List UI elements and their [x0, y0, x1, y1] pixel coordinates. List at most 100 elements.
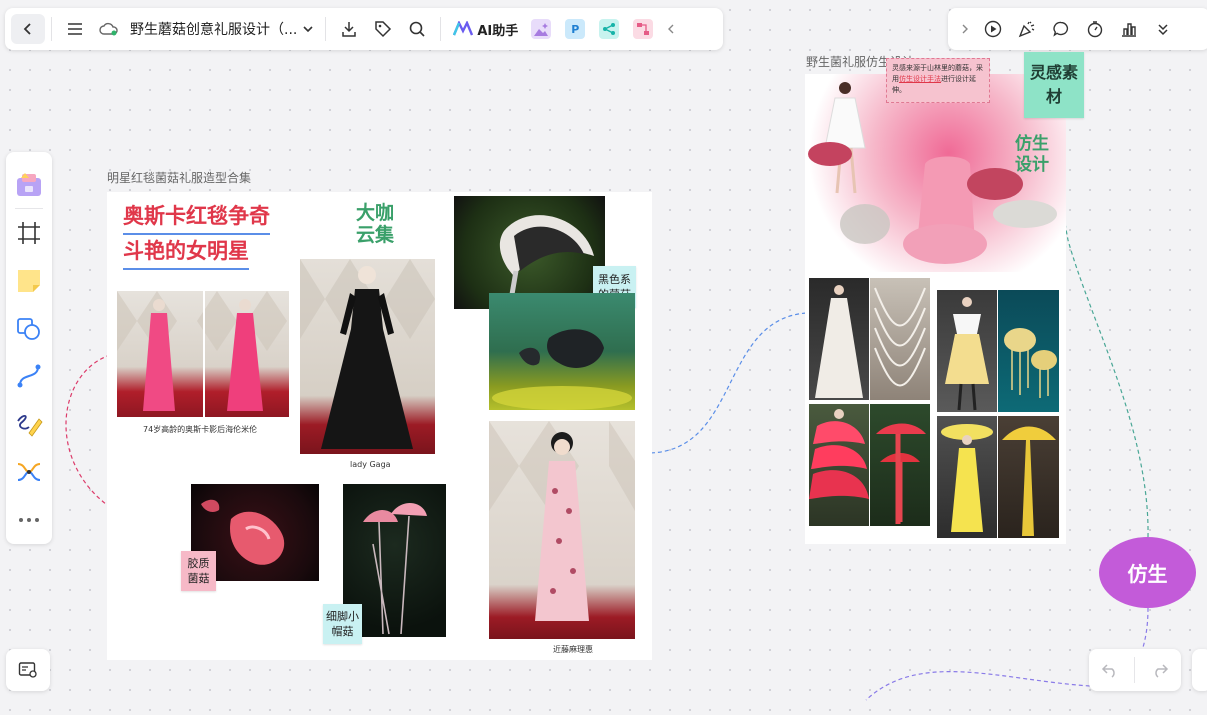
celebrate-button[interactable] [1010, 14, 1044, 44]
chevron-right-icon [962, 24, 968, 34]
mindmap-tool-icon [17, 463, 41, 482]
lady-gaga-image [300, 259, 435, 449]
flowchart-icon [637, 23, 650, 35]
ai-assistant-label: AI助手 [477, 23, 519, 39]
expand-toolbar-button[interactable] [954, 14, 976, 44]
document-title[interactable]: 野生蘑菇创意礼服设计（... [130, 19, 297, 39]
left-toolbar [6, 152, 52, 544]
frame-icon [18, 221, 40, 244]
shapes-icon [17, 317, 40, 340]
red-mushroom-photo[interactable] [870, 404, 930, 526]
sticky-note-tool[interactable] [6, 257, 52, 305]
shape-tool[interactable] [6, 305, 52, 353]
undo-redo-separator [1134, 657, 1136, 683]
yellow-mushroom-photo[interactable] [998, 416, 1059, 538]
mindmap-plugin-button[interactable] [599, 19, 620, 39]
search-button[interactable] [400, 14, 434, 44]
inspiration-note[interactable]: 灵感来源于山林里的蘑菇，采用仿生设计手法进行设计延伸。 [886, 58, 990, 103]
marie-kondo-caption[interactable]: 近藤麻理惠 [553, 644, 593, 655]
back-button[interactable] [11, 14, 45, 44]
ai-assistant-button[interactable]: AI助手 [447, 20, 524, 39]
oscar-headline-line1: 奥斯卡红毯争奇 [123, 200, 270, 235]
inspiration-note-link[interactable]: 仿生设计手法 [899, 75, 941, 83]
black-mushroom-moss-image [492, 329, 632, 410]
connector-tool[interactable] [6, 352, 52, 400]
celebrity-headline-line1: 大咖 [356, 202, 395, 224]
left-board[interactable]: 奥斯卡红毯争奇 斗艳的女明星 大咖 云集 74岁高龄的奥斯卡影后海伦米伦 lad… [107, 192, 652, 660]
marie-kondo-photo[interactable] [489, 421, 635, 639]
double-chevron-down-icon [1158, 24, 1168, 36]
undo-redo-bar [1089, 649, 1181, 691]
thin-leg-mushroom-sticky[interactable]: 细脚小帽菇 [323, 604, 362, 644]
oscar-headline-line2: 斗艳的女明星 [123, 235, 249, 270]
flowchart-plugin-button[interactable] [633, 19, 654, 39]
chevron-down-icon [303, 26, 313, 33]
pen-tool[interactable] [6, 400, 52, 448]
black-mushroom-moss-photo[interactable] [489, 293, 635, 410]
cloud-sync-status[interactable] [92, 14, 126, 44]
yellow-jelly-dress-photo[interactable] [937, 290, 997, 412]
timer-button[interactable] [1078, 14, 1112, 44]
mindmap-icon [603, 23, 616, 35]
left-board-title[interactable]: 明星红毯菌菇礼服造型合集 [107, 169, 251, 186]
image-plugin-button[interactable] [531, 19, 552, 39]
tag-button[interactable] [366, 14, 400, 44]
celebrity-headline[interactable]: 大咖 云集 [356, 202, 394, 246]
white-ruffle-dress-image [815, 285, 863, 398]
yellow-mushroom-image [1002, 426, 1056, 536]
red-ruffle-dress-photo[interactable] [809, 404, 869, 526]
download-button[interactable] [332, 14, 366, 44]
redo-button[interactable] [1143, 655, 1177, 685]
yellow-jellyfish-photo[interactable] [998, 290, 1059, 412]
collapse-toolbar-button[interactable] [660, 14, 682, 44]
ai-logo-icon [453, 21, 474, 36]
more-tools-button[interactable] [1146, 14, 1180, 44]
undo-button[interactable] [1093, 655, 1127, 685]
present-button[interactable] [976, 14, 1010, 44]
template-tool[interactable] [6, 160, 52, 208]
lady-gaga-photo[interactable] [300, 259, 435, 454]
bionic-mind-node-label: 仿生 [1127, 562, 1168, 586]
bar-chart-icon [1122, 23, 1136, 37]
more-tools-item[interactable] [6, 496, 52, 544]
download-icon [342, 22, 357, 37]
oscar-headline[interactable]: 奥斯卡红毯争奇 斗艳的女明星 [123, 200, 270, 270]
title-dropdown-button[interactable] [297, 14, 319, 44]
jelly-mushroom-sticky[interactable]: 胶质菌菇 [181, 551, 216, 591]
bionic-design-headline-line2: 设计 [1015, 155, 1049, 175]
mushroom-gills-photo[interactable] [870, 278, 930, 400]
helen-mirren-photo[interactable] [117, 291, 289, 417]
connector-right-to-left[interactable] [649, 312, 807, 454]
vote-button[interactable] [1112, 14, 1146, 44]
inspiration-material-sticky[interactable]: 灵感素材 [1024, 52, 1084, 118]
minimap-button[interactable] [6, 649, 50, 691]
minimap-icon [18, 662, 37, 678]
plugin-p-label: P [571, 22, 580, 36]
menu-button[interactable] [58, 14, 92, 44]
mindmap-tool[interactable] [6, 448, 52, 496]
yellow-jelly-dress-image [945, 297, 989, 411]
yellow-jellyfish-image [1004, 328, 1057, 398]
helen-mirren-caption[interactable]: 74岁高龄的奥斯卡影后海伦米伦 [143, 424, 257, 435]
bionic-design-headline[interactable]: 仿生 设计 [1015, 134, 1049, 176]
image-sparkle-icon [534, 23, 549, 36]
comment-icon [1053, 21, 1069, 37]
bionic-design-headline-line1: 仿生 [1015, 134, 1049, 154]
redo-icon [1155, 664, 1169, 678]
white-ruffle-dress-photo[interactable] [809, 278, 869, 400]
party-popper-icon [1018, 21, 1035, 38]
plugin-p-button[interactable]: P [565, 19, 586, 39]
lady-gaga-caption[interactable]: lady Gaga [350, 460, 391, 469]
zoom-control-stub[interactable] [1192, 649, 1207, 691]
frame-tool[interactable] [6, 209, 52, 257]
sticky-note-icon [18, 269, 40, 292]
connector-node-to-inspiration[interactable] [1055, 117, 1149, 538]
cloud-icon [99, 22, 118, 36]
comment-button[interactable] [1044, 14, 1078, 44]
play-circle-icon [984, 20, 1002, 38]
yellow-hat-dress-photo[interactable] [937, 416, 997, 538]
celebrity-headline-line2: 云集 [356, 224, 395, 246]
bionic-mind-node[interactable]: 仿生 [1099, 537, 1196, 608]
helen-mirren-image [117, 291, 287, 417]
template-icon [17, 172, 41, 196]
